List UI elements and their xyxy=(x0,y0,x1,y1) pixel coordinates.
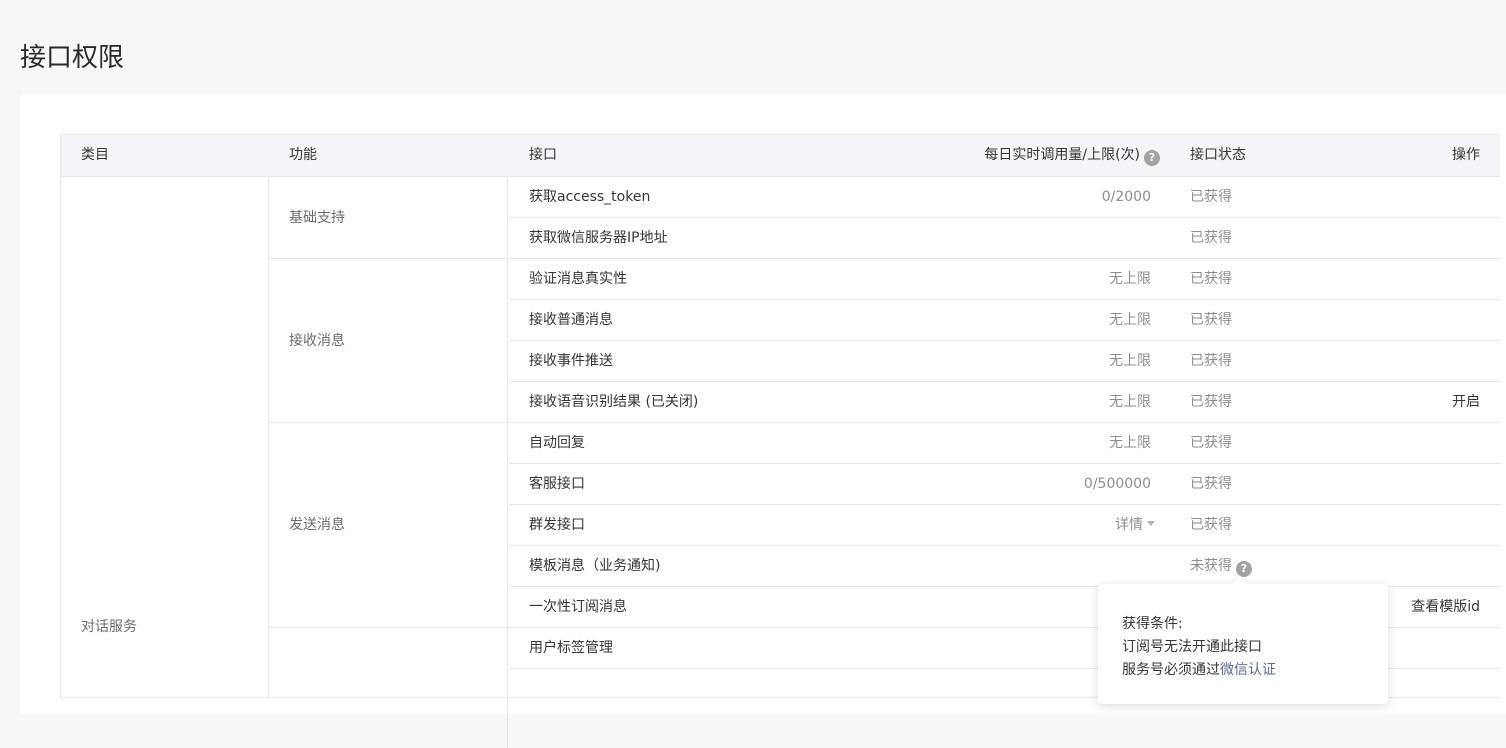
header-usage-label: 每日实时调用量/上限(次) xyxy=(984,147,1140,163)
page-title: 接口权限 xyxy=(20,43,125,74)
api-name: 接收事件推送 xyxy=(529,353,613,369)
usage-value: 无上限 xyxy=(1109,435,1151,451)
status-value: 已获得 xyxy=(1190,435,1232,451)
popover-title: 获得条件: xyxy=(1122,616,1183,632)
table-row: 群发接口 详情 已获得 xyxy=(509,505,1501,546)
function-cell: 接收消息 xyxy=(269,259,508,423)
api-name: 接收普通消息 xyxy=(529,312,613,328)
api-name: 获取access_token xyxy=(529,189,651,205)
table-row: 验证消息真实性 无上限 已获得 xyxy=(509,259,1501,300)
api-name: 自动回复 xyxy=(529,435,585,451)
acquisition-condition-popover: 获得条件: 订阅号无法开通此接口 服务号必须通过微信认证 xyxy=(1098,575,1388,704)
table-row: 模板消息（业务通知) 未获得? xyxy=(509,546,1501,587)
header-operation: 操作 xyxy=(1452,147,1480,163)
header-status: 接口状态 xyxy=(1190,147,1246,163)
status-value: 已获得 xyxy=(1190,353,1232,369)
usage-value: 无上限 xyxy=(1109,312,1151,328)
popover-line: 订阅号无法开通此接口 xyxy=(1122,639,1262,655)
caret-down-icon xyxy=(1147,521,1155,526)
question-circle-icon[interactable]: ? xyxy=(1144,150,1160,166)
usage-value: 无上限 xyxy=(1109,394,1151,410)
api-name: 客服接口 xyxy=(529,476,585,492)
api-name: 一次性订阅消息 xyxy=(529,599,627,615)
category-cell: 对话服务 xyxy=(61,177,269,697)
table-row: 获取access_token 0/2000 已获得 xyxy=(509,177,1501,218)
api-name: 获取微信服务器IP地址 xyxy=(529,230,668,246)
status-value: 已获得 xyxy=(1190,394,1232,410)
details-dropdown[interactable]: 详情 xyxy=(1115,505,1155,545)
table-row: 自动回复 无上限 已获得 xyxy=(509,423,1501,464)
status-value: 已获得 xyxy=(1190,271,1232,287)
table-row: 接收普通消息 无上限 已获得 xyxy=(509,300,1501,341)
status-value: 已获得 xyxy=(1190,517,1232,533)
table-row: 接收语音识别结果 (已关闭) 无上限 已获得 开启 xyxy=(509,382,1501,423)
function-cell: 基础支持 xyxy=(269,177,508,259)
category-label: 对话服务 xyxy=(81,619,137,635)
wechat-verification-link[interactable]: 微信认证 xyxy=(1220,662,1276,678)
table-row: 接收事件推送 无上限 已获得 xyxy=(509,341,1501,382)
usage-value: 无上限 xyxy=(1109,353,1151,369)
status-label: 未获得 xyxy=(1190,558,1232,574)
popover-line-text: 服务号必须通过 xyxy=(1122,662,1220,678)
usage-value: 无上限 xyxy=(1109,271,1151,287)
header-function: 功能 xyxy=(289,147,317,163)
status-value: 已获得 xyxy=(1190,312,1232,328)
view-template-id-link[interactable]: 查看模版id xyxy=(1411,587,1480,627)
question-circle-icon[interactable]: ? xyxy=(1236,561,1252,577)
table-row: 获取微信服务器IP地址 已获得 xyxy=(509,218,1501,259)
popover-line: 服务号必须通过微信认证 xyxy=(1122,659,1276,681)
api-name: 接收语音识别结果 (已关闭) xyxy=(529,394,699,410)
enable-link[interactable]: 开启 xyxy=(1452,382,1480,422)
function-label: 基础支持 xyxy=(289,210,345,226)
api-name: 模板消息（业务通知) xyxy=(529,558,661,574)
table-row: 客服接口 0/500000 已获得 xyxy=(509,464,1501,505)
details-label: 详情 xyxy=(1115,517,1143,533)
api-name: 用户标签管理 xyxy=(529,640,613,656)
function-label: 发送消息 xyxy=(289,517,345,533)
header-api: 接口 xyxy=(529,147,557,163)
header-category: 类目 xyxy=(81,147,109,163)
table-header: 类目 功能 接口 每日实时调用量/上限(次)? 接口状态 操作 xyxy=(61,135,1500,177)
function-cell xyxy=(269,628,508,748)
usage-value: 0/500000 xyxy=(1083,476,1151,492)
api-name: 验证消息真实性 xyxy=(529,271,627,287)
function-label: 接收消息 xyxy=(289,333,345,349)
usage-value: 0/2000 xyxy=(1101,189,1151,205)
header-usage: 每日实时调用量/上限(次)? xyxy=(984,135,1160,176)
status-value: 已获得 xyxy=(1190,189,1232,205)
status-value: 已获得 xyxy=(1190,476,1232,492)
api-name: 群发接口 xyxy=(529,517,585,533)
function-cell: 发送消息 xyxy=(269,423,508,628)
status-value: 已获得 xyxy=(1190,230,1232,246)
